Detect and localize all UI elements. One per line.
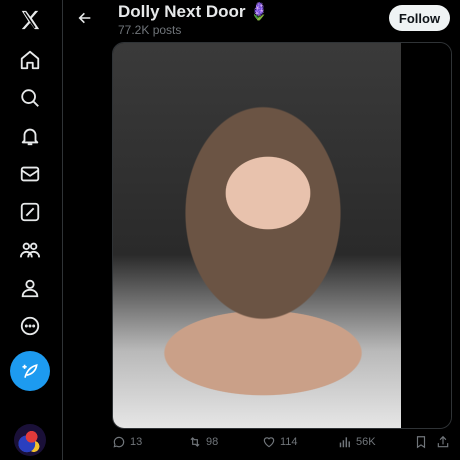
- bookmark-button[interactable]: [414, 435, 428, 449]
- back-arrow-icon[interactable]: [73, 6, 97, 30]
- view-count: 56K: [356, 436, 376, 448]
- sidebar-nav: [0, 0, 63, 460]
- views-button[interactable]: 56K: [338, 435, 376, 449]
- x-logo-icon[interactable]: [11, 1, 49, 39]
- views-icon: [339, 437, 350, 448]
- post-photo: [113, 43, 401, 428]
- like-count: 114: [280, 436, 298, 448]
- follow-button[interactable]: Follow: [389, 5, 450, 31]
- more-icon[interactable]: [11, 307, 49, 345]
- post-media[interactable]: [112, 42, 452, 429]
- repost-count: 98: [206, 436, 219, 448]
- avatar[interactable]: [14, 424, 46, 456]
- profile-name[interactable]: Dolly Next Door 🪻: [118, 2, 270, 22]
- bell-icon[interactable]: [11, 117, 49, 155]
- profile-title: Dolly Next Door 🪻 77.2K posts: [118, 2, 270, 37]
- reply-count: 13: [130, 436, 143, 448]
- profile-name-text: Dolly Next Door: [118, 2, 246, 21]
- communities-icon[interactable]: [11, 231, 49, 269]
- share-button[interactable]: [436, 435, 450, 449]
- photo-letterbox: [401, 43, 451, 428]
- repost-icon: [190, 437, 200, 447]
- reply-button[interactable]: 13: [112, 435, 142, 449]
- repost-button[interactable]: 98: [188, 435, 218, 449]
- share-icon: [437, 435, 449, 448]
- heart-icon: [263, 437, 275, 448]
- mail-icon[interactable]: [11, 155, 49, 193]
- compose-icon: [22, 364, 38, 378]
- home-icon[interactable]: [11, 41, 49, 79]
- hyacinth-emoji: 🪻: [248, 2, 270, 21]
- post-actions: 13 98 114 56K: [112, 432, 452, 456]
- grok-icon[interactable]: [11, 193, 49, 231]
- profile-icon[interactable]: [11, 269, 49, 307]
- post-header: Dolly Next Door 🪻 77.2K posts Follow: [63, 0, 460, 42]
- app: Dolly Next Door 🪻 77.2K posts Follow 13 …: [0, 0, 460, 460]
- bookmark-icon: [416, 436, 426, 449]
- reply-icon: [113, 436, 125, 448]
- like-button[interactable]: 114: [262, 435, 298, 449]
- search-icon[interactable]: [11, 79, 49, 117]
- compose-button[interactable]: [10, 351, 50, 391]
- post-count: 77.2K posts: [118, 23, 182, 37]
